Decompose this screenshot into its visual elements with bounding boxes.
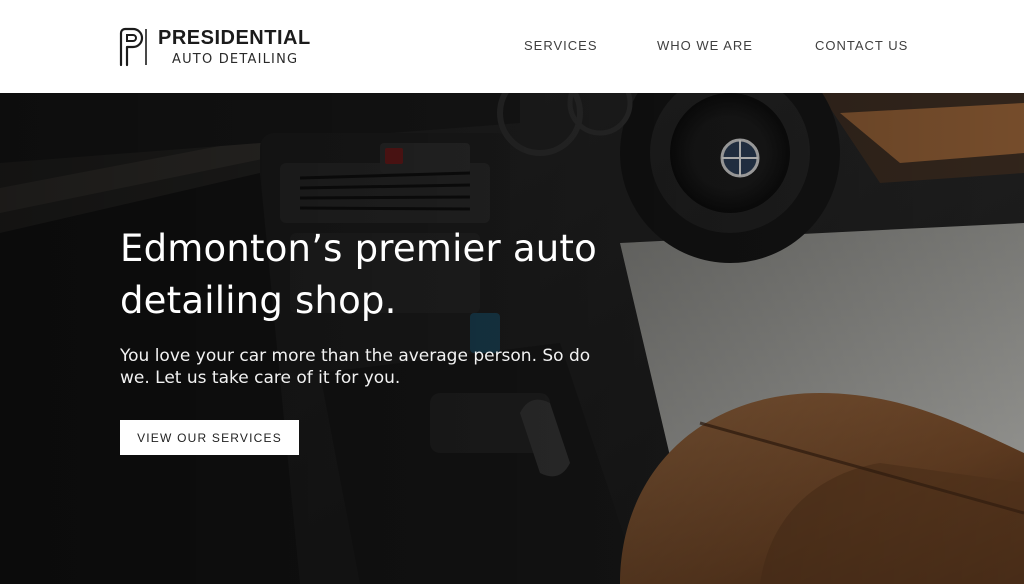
view-services-button[interactable]: VIEW OUR SERVICES <box>120 420 299 455</box>
nav-who-we-are[interactable]: WHO WE ARE <box>657 38 753 53</box>
main-nav: SERVICES WHO WE ARE CONTACT US <box>0 38 1024 56</box>
hero-section: Edmonton’s premier auto detailing shop. … <box>0 93 1024 584</box>
nav-contact-us[interactable]: CONTACT US <box>815 38 908 53</box>
hero-title: Edmonton’s premier auto detailing shop. <box>120 227 597 322</box>
hero-content: Edmonton’s premier auto detailing shop. … <box>120 223 640 389</box>
nav-services[interactable]: SERVICES <box>524 38 598 53</box>
site-header: PRESIDENTIAL AUTO DETAILING SERVICES WHO… <box>0 0 1024 93</box>
hero-subtitle: You love your car more than the average … <box>120 346 591 388</box>
